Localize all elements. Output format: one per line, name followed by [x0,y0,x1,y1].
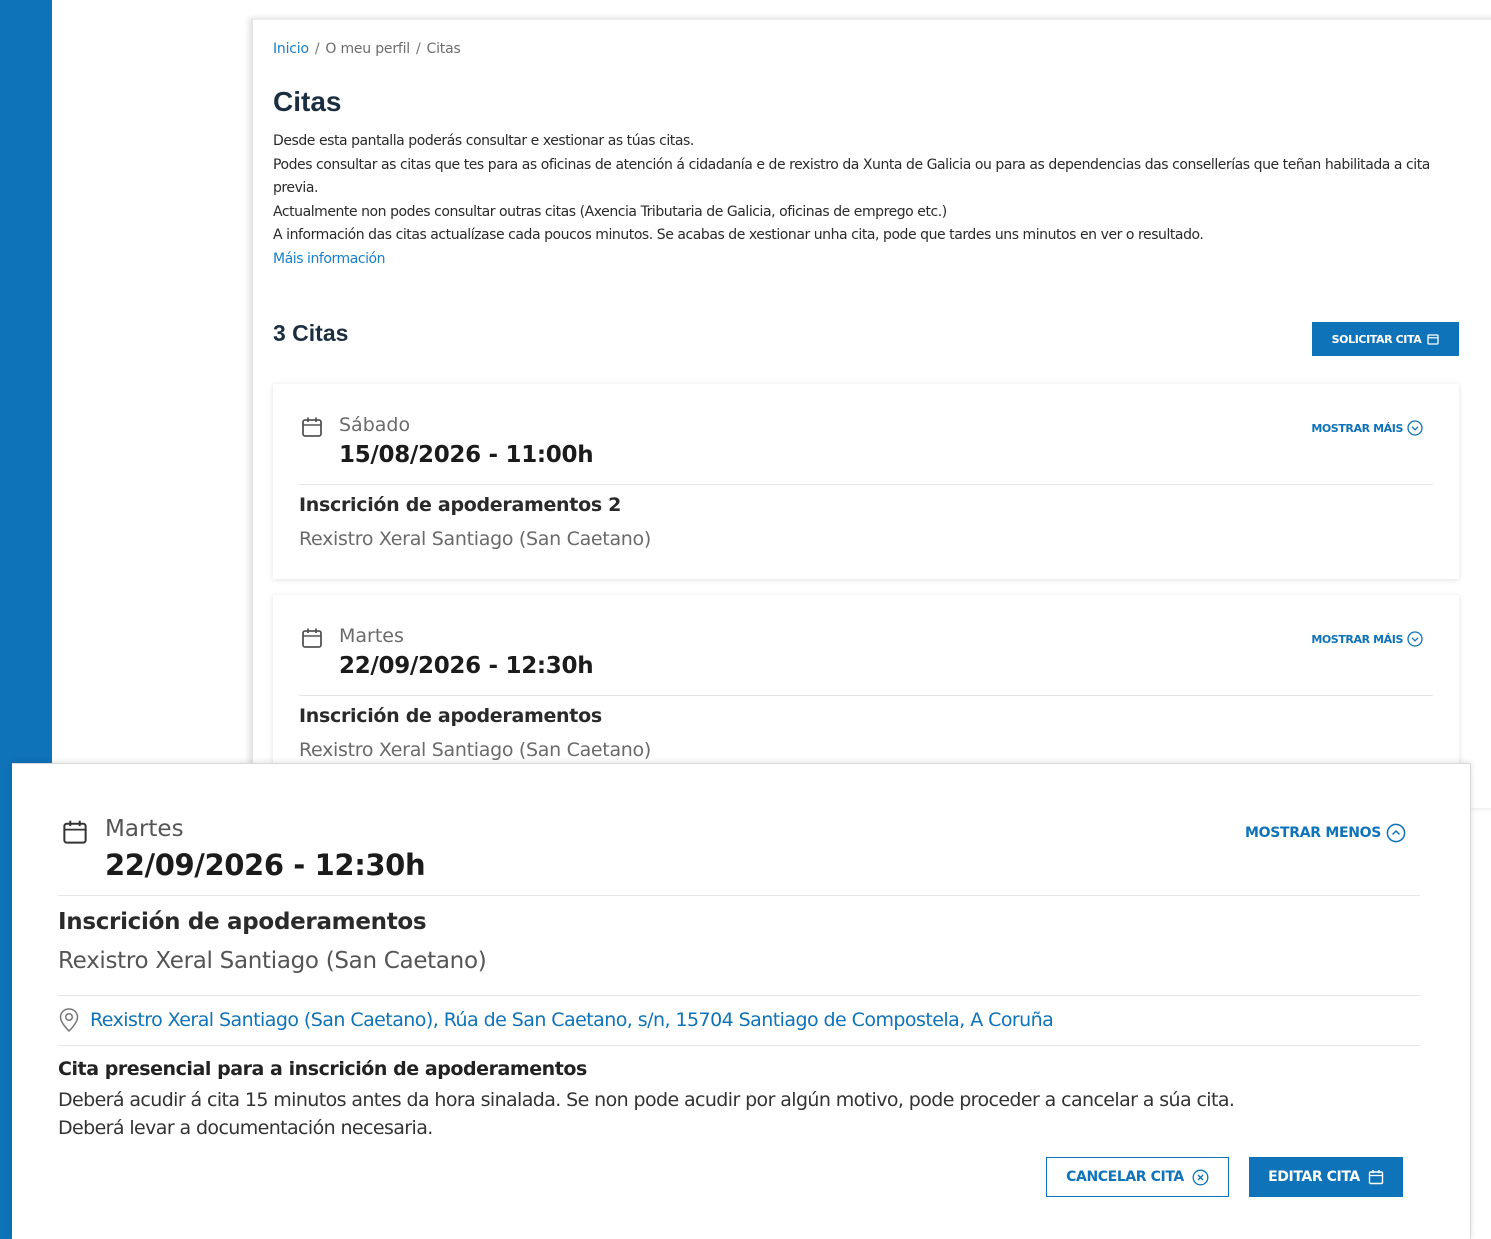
edit-appointment-button[interactable]: EDITAR CITA [1249,1157,1403,1197]
appointment-note-title: Cita presencial para a inscrición de apo… [58,1058,587,1080]
chevron-down-circle-icon [1407,420,1423,436]
appointment-office: Rexistro Xeral Santiago (San Caetano) [299,739,651,761]
chevron-down-circle-icon [1407,631,1423,647]
card-divider [58,995,1420,996]
appointment-office: Rexistro Xeral Santiago (San Caetano) [58,948,487,974]
cancel-appointment-label: CANCELAR CITA [1066,1169,1184,1185]
breadcrumb-current: Citas [426,41,461,57]
show-less-label: MOSTRAR MENOS [1245,825,1382,841]
intro-line: Desde esta pantalla poderás consultar e … [273,133,694,149]
appointment-day: Martes [105,816,184,842]
office-address-text: Rexistro Xeral Santiago (San Caetano), R… [90,1009,1054,1031]
show-more-toggle[interactable]: MOSTRAR MÁIS [1311,631,1423,647]
show-more-label: MOSTRAR MÁIS [1311,632,1403,646]
breadcrumb: Inicio / O meu perfil / Citas [273,41,461,57]
cancel-appointment-button[interactable]: CANCELAR CITA [1046,1157,1229,1197]
card-divider [299,484,1433,485]
show-more-toggle[interactable]: MOSTRAR MÁIS [1311,420,1423,436]
show-more-label: MOSTRAR MÁIS [1311,421,1403,435]
appointment-datetime: 22/09/2026 - 12:30h [105,848,426,882]
location-pin-icon [59,1008,79,1033]
office-address-link[interactable]: Rexistro Xeral Santiago (San Caetano), R… [58,1007,1054,1033]
card-divider [299,695,1433,696]
appointment-datetime: 15/08/2026 - 11:00h [339,442,594,468]
calendar-icon [302,628,322,648]
breadcrumb-separator: / [314,41,320,57]
appointment-day: Sábado [339,414,411,436]
appointment-service: Inscrición de apoderamentos [58,909,427,935]
show-less-toggle[interactable]: MOSTRAR MENOS [1245,823,1406,843]
breadcrumb-separator: / [416,41,421,57]
expanded-appointment-card: Martes 22/09/2026 - 12:30h MOSTRAR MENOS… [12,763,1471,1239]
intro-line: Actualmente non podes consultar outras c… [273,203,947,220]
close-circle-icon [1192,1169,1209,1185]
appointment-card: Martes 22/09/2026 - 12:30h MOSTRAR MÁIS … [273,595,1459,790]
card-divider [58,895,1420,896]
appointment-datetime: 22/09/2026 - 12:30h [339,653,594,679]
appointment-office: Rexistro Xeral Santiago (San Caetano) [299,528,651,550]
breadcrumb-profile-link[interactable]: O meu perfil [325,41,410,57]
note-line: Deberá acudir á cita 15 minutos antes da… [58,1089,1235,1111]
intro-line: Podes consultar as citas que tes para as… [273,156,1430,197]
appointment-note: Deberá acudir á cita 15 minutos antes da… [58,1086,1235,1142]
calendar-icon [302,417,322,437]
intro-line: A información das citas actualízase cada… [273,227,1204,243]
request-appointment-button[interactable]: SOLICITAR CITA [1312,322,1459,356]
more-info-link[interactable]: Máis información [273,248,1478,272]
request-appointment-label: SOLICITAR CITA [1331,332,1422,346]
chevron-up-circle-icon [1386,823,1406,843]
appointment-service: Inscrición de apoderamentos [299,705,602,727]
appointment-day: Martes [339,625,404,647]
appointment-service: Inscrición de apoderamentos 2 [299,494,622,516]
breadcrumb-home-link[interactable]: Inicio [273,41,309,57]
page-title: Citas [273,86,342,117]
calendar-icon [63,820,87,844]
calendar-icon [1368,1170,1384,1185]
edit-appointment-label: EDITAR CITA [1268,1169,1360,1185]
appointments-count-heading: 3 Citas [273,320,349,346]
intro-text: Desde esta pantalla poderás consultar e … [273,130,1478,271]
note-line: Deberá levar a documentación necesaria. [58,1117,433,1139]
appointment-card: Sábado 15/08/2026 - 11:00h MOSTRAR MÁIS … [273,384,1459,579]
calendar-icon [1427,334,1440,345]
citas-page: Inicio / O meu perfil / Citas Citas Desde es… [251,18,1491,808]
card-divider [58,1045,1420,1046]
